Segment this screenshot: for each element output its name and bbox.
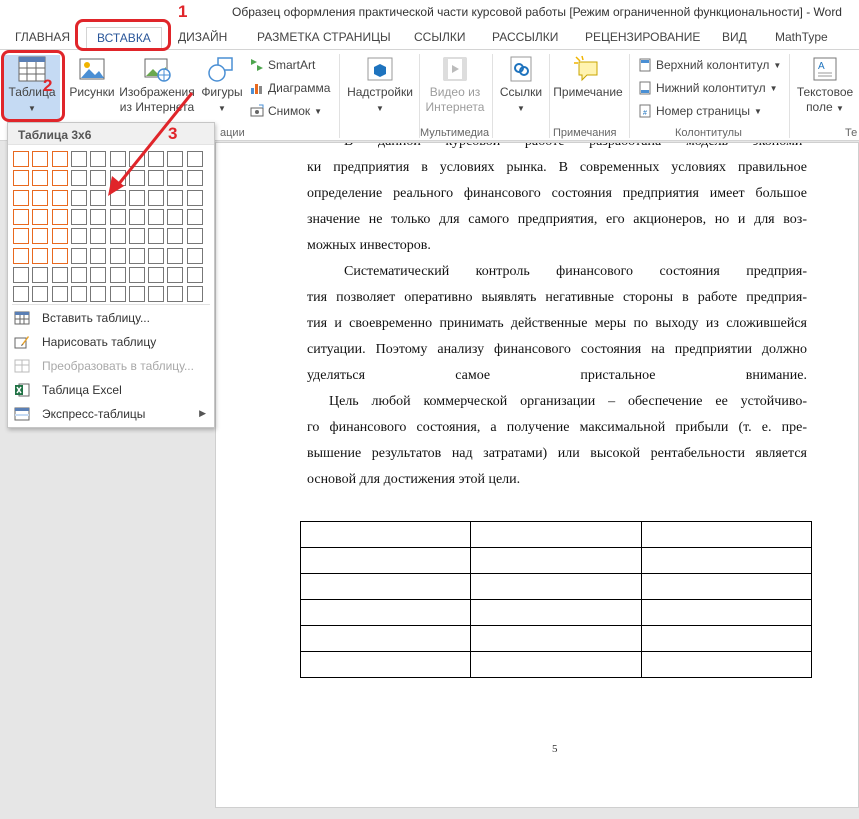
annotation-arrow bbox=[108, 92, 194, 196]
